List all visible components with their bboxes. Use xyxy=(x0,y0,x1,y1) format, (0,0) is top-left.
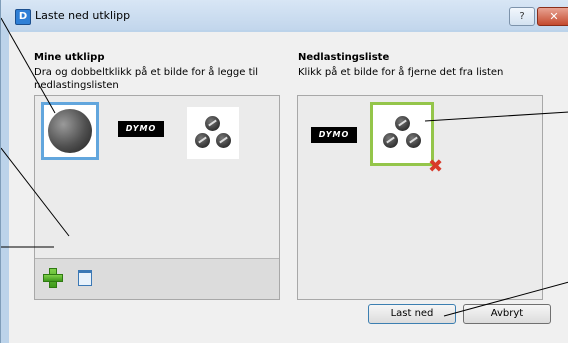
callout-lines xyxy=(1,17,568,317)
callout-line xyxy=(1,17,56,114)
callout-line xyxy=(424,111,568,122)
callout-line xyxy=(443,281,568,317)
callout-line xyxy=(1,147,70,237)
dialog-window: D Laste ned utklipp ? ✕ Mine utklipp Dra… xyxy=(0,0,568,343)
